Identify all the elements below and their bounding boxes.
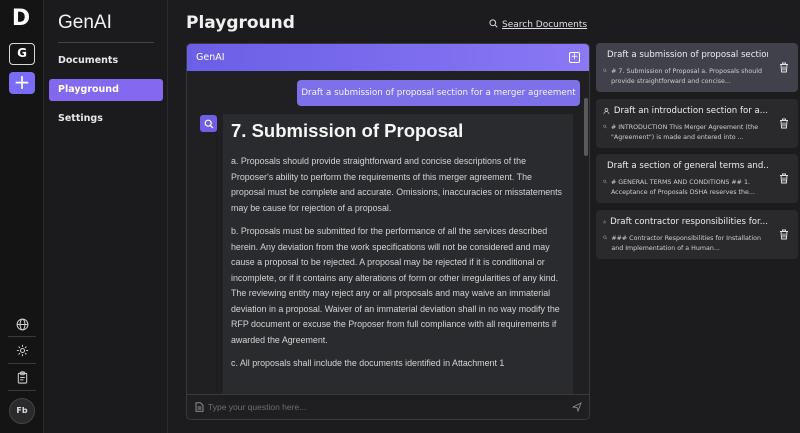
history-title-text: Draft an introduction section for a...: [613, 106, 768, 116]
answer-paragraph: c. All proposals shall include the docum…: [231, 358, 505, 368]
nav-divider: [58, 42, 154, 43]
history-snippet-text: # 7. Submission of Proposal a. Proposals…: [611, 68, 763, 85]
history-snippet: # INTRODUCTION This Merger Agreement (th…: [603, 123, 773, 142]
globe-icon[interactable]: [13, 315, 31, 333]
history-snippet: # GENERAL TERMS AND CONDITIONS ## 1. Acc…: [603, 178, 773, 197]
user-icon: [603, 220, 606, 224]
nav-item-settings[interactable]: Settings: [49, 108, 163, 130]
chat-header: GenAI +: [187, 44, 589, 71]
trash-icon[interactable]: [779, 118, 789, 129]
search-doc-icon: [603, 68, 608, 73]
add-workspace-button[interactable]: +: [9, 72, 35, 94]
rail-divider: [8, 363, 36, 364]
search-icon: [489, 19, 498, 31]
trash-icon[interactable]: [779, 62, 789, 73]
history-title-text: Draft a section of general terms and...: [607, 161, 768, 171]
send-icon[interactable]: [572, 402, 582, 412]
search-doc-icon: [603, 179, 607, 184]
history-snippet-text: # GENERAL TERMS AND CONDITIONS ## 1. Acc…: [610, 179, 755, 196]
nav-item-playground[interactable]: Playground: [49, 79, 163, 101]
history-snippet: ### Contractor Responsibilities for Inst…: [603, 234, 773, 253]
assistant-answer: 7. Submission of Proposal a. Proposals s…: [223, 114, 573, 399]
history-snippet: # 7. Submission of Proposal a. Proposals…: [603, 67, 773, 86]
user-icon: [603, 108, 610, 115]
icon-rail: D G + Fb: [0, 0, 44, 433]
chat-scrollbar[interactable]: [584, 98, 588, 156]
history-card[interactable]: Draft contractor responsibilities for...…: [596, 210, 798, 259]
search-documents-label: Search Documents: [502, 20, 588, 30]
history-card-title: Draft contractor responsibilities for...: [603, 217, 768, 227]
trash-icon[interactable]: [779, 173, 789, 184]
nav-title: GenAI: [58, 12, 112, 33]
document-icon[interactable]: [195, 402, 204, 412]
user-message: Draft a submission of proposal section f…: [297, 80, 580, 106]
rail-divider: [8, 390, 36, 391]
app-logo[interactable]: D: [10, 8, 32, 30]
rail-divider: [8, 336, 36, 337]
page-title: Playground: [186, 13, 295, 33]
gear-icon[interactable]: [13, 341, 31, 359]
secondary-nav: GenAI Documents Playground Settings: [44, 0, 168, 433]
history-title-text: Draft a submission of proposal section..…: [607, 50, 768, 60]
workspace-switch-button[interactable]: G: [9, 43, 35, 65]
nav-item-documents[interactable]: Documents: [49, 50, 163, 72]
search-doc-icon: [603, 235, 608, 240]
history-snippet-text: # INTRODUCTION This Merger Agreement (th…: [611, 124, 759, 141]
history-card[interactable]: Draft an introduction section for a... #…: [596, 99, 798, 148]
history-card[interactable]: Draft a submission of proposal section..…: [596, 43, 798, 92]
answer-paragraph: b. Proposals must be submitted for the p…: [231, 226, 560, 345]
message-composer: [187, 394, 589, 419]
history-card[interactable]: Draft a section of general terms and... …: [596, 154, 798, 203]
history-title-text: Draft contractor responsibilities for...: [610, 217, 768, 227]
history-card-title: Draft a submission of proposal section..…: [603, 50, 768, 60]
history-card-title: Draft an introduction section for a...: [603, 106, 768, 116]
search-doc-icon: [603, 124, 607, 129]
expand-icon[interactable]: +: [569, 52, 580, 63]
question-input[interactable]: [208, 402, 558, 412]
user-avatar[interactable]: Fb: [9, 398, 35, 424]
clipboard-icon[interactable]: [13, 368, 31, 386]
history-card-title: Draft a section of general terms and...: [603, 161, 768, 171]
history-snippet-text: ### Contractor Responsibilities for Inst…: [611, 235, 761, 252]
answer-paragraph: a. Proposals should provide straightforw…: [231, 156, 562, 213]
search-documents-link[interactable]: Search Documents: [489, 19, 587, 31]
answer-heading: 7. Submission of Proposal: [231, 120, 464, 141]
chat-panel: GenAI + Draft a submission of proposal s…: [186, 43, 590, 420]
assistant-search-icon: [200, 115, 217, 132]
chat-header-title: GenAI: [196, 52, 225, 63]
trash-icon[interactable]: [779, 229, 789, 240]
